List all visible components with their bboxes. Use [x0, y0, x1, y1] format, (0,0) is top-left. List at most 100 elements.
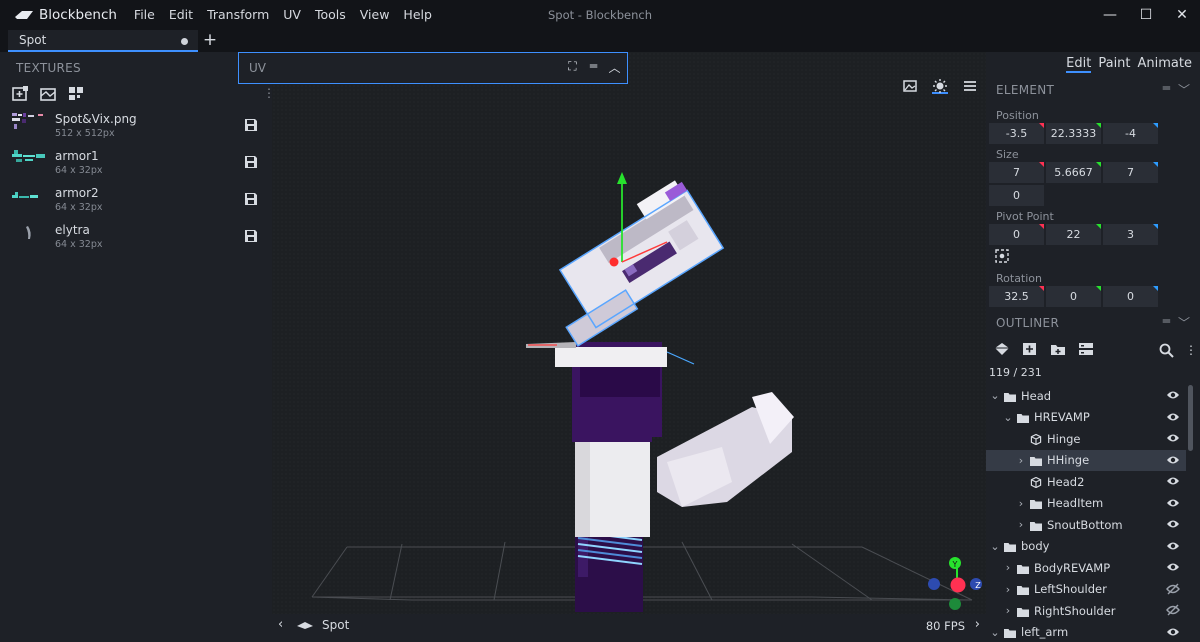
chevron-right-icon[interactable]: › [1002, 604, 1014, 617]
mode-edit[interactable]: Edit [1066, 56, 1092, 73]
folder-icon [1030, 498, 1042, 510]
create-texture-icon[interactable] [40, 86, 57, 101]
search-icon[interactable] [1159, 343, 1174, 358]
fullscreen-icon[interactable]: ⛶ [566, 59, 579, 76]
save-texture-icon[interactable] [244, 118, 258, 132]
add-group-icon[interactable] [1050, 342, 1066, 356]
menu-view[interactable]: View [353, 0, 397, 30]
texture-item[interactable]: Spot&Vix.png 512 x 512px [0, 108, 272, 145]
lighting-icon[interactable] [932, 78, 948, 94]
outliner-item-head2[interactable]: Head2 [986, 471, 1186, 493]
outliner-item-leftshoulder[interactable]: › LeftShoulder [986, 579, 1186, 601]
pivot-z-input[interactable]: 3 [1103, 224, 1158, 245]
screenshot-icon[interactable] [902, 78, 918, 94]
save-texture-icon[interactable] [244, 229, 258, 243]
mode-animate[interactable]: Animate [1138, 56, 1192, 73]
chevron-right-icon[interactable]: › [1015, 518, 1027, 531]
chevron-right-icon[interactable]: › [1015, 497, 1027, 510]
chevron-right-icon[interactable]: › [975, 617, 980, 632]
scene-render[interactable]: Y Z [272, 52, 986, 614]
outliner-item-left-arm[interactable]: ⌄ left_arm [986, 622, 1186, 642]
new-tab-button[interactable]: + [201, 30, 219, 50]
outliner-item-bodyrevamp[interactable]: › BodyREVAMP [986, 557, 1186, 579]
chevron-down-icon[interactable]: ﹀ [1178, 314, 1190, 331]
outliner-scrollbar[interactable] [1188, 385, 1193, 451]
menu-help[interactable]: Help [396, 0, 439, 30]
position-x-input[interactable]: -3.5 [989, 123, 1044, 144]
add-mesh-icon[interactable] [994, 342, 1010, 356]
eye-icon[interactable] [1166, 518, 1180, 530]
pivot-x-input[interactable]: 0 [989, 224, 1044, 245]
size-x-input[interactable]: 7 [989, 162, 1044, 183]
3d-viewport[interactable]: Y Z [272, 52, 986, 614]
eye-icon[interactable] [1166, 561, 1180, 573]
inflate-input[interactable]: 0 [989, 185, 1044, 206]
eye-icon[interactable] [1166, 432, 1180, 444]
maximize-button[interactable]: ☐ [1128, 0, 1164, 30]
toggle-options-icon[interactable] [1078, 342, 1094, 356]
chevron-down-icon[interactable]: ⌄ [1002, 411, 1014, 424]
outliner-item-hinge[interactable]: Hinge [986, 428, 1186, 450]
eye-icon[interactable] [1166, 389, 1180, 401]
save-texture-icon[interactable] [244, 192, 258, 206]
panel-menu-icon[interactable]: ═ [1163, 81, 1170, 98]
close-button[interactable]: ✕ [1164, 0, 1200, 30]
pivot-y-input[interactable]: 22 [1046, 224, 1101, 245]
outliner-item-head[interactable]: ⌄ Head [986, 385, 1186, 407]
position-z-input[interactable]: -4 [1103, 123, 1158, 144]
menu-uv[interactable]: UV [276, 0, 308, 30]
panel-menu-icon[interactable]: ═ [1163, 314, 1170, 331]
texture-item[interactable]: elytra 64 x 32px [0, 219, 272, 256]
menu-edit[interactable]: Edit [162, 0, 200, 30]
rotation-z-input[interactable]: 0 [1103, 286, 1158, 307]
eye-icon[interactable] [1166, 454, 1180, 466]
tab-spot[interactable]: Spot [8, 30, 198, 52]
outliner-item-rightshoulder[interactable]: › RightShoulder [986, 600, 1186, 622]
uv-panel[interactable]: UV ⛶ ═ ︿ [238, 52, 628, 84]
chevron-right-icon[interactable]: › [1002, 583, 1014, 596]
position-y-input[interactable]: 22.3333 [1046, 123, 1101, 144]
eye-off-icon[interactable] [1166, 604, 1180, 616]
chevron-down-icon[interactable]: ⌄ [989, 540, 1001, 553]
collapse-icon[interactable]: ︿ [608, 59, 621, 76]
chevron-down-icon[interactable]: ⌄ [989, 389, 1001, 402]
chevron-down-icon[interactable]: ⌄ [989, 626, 1001, 639]
chevron-right-icon[interactable]: › [1015, 454, 1027, 467]
scene-selector[interactable]: Spot [296, 618, 349, 632]
size-y-input[interactable]: 5.6667 [1046, 162, 1101, 183]
center-pivot-icon[interactable] [995, 249, 1009, 263]
chevron-down-icon[interactable]: ﹀ [1178, 81, 1190, 98]
eye-icon[interactable] [1166, 475, 1180, 487]
outliner-item-body[interactable]: ⌄ body [986, 536, 1186, 558]
outliner-menu-icon[interactable]: ⋮ [1185, 343, 1197, 357]
eye-icon[interactable] [1166, 497, 1180, 509]
texture-atlas-icon[interactable] [68, 86, 85, 101]
eye-icon[interactable] [1166, 626, 1180, 638]
mode-paint[interactable]: Paint [1098, 56, 1130, 73]
minimize-button[interactable]: — [1092, 0, 1128, 30]
texture-item[interactable]: armor1 64 x 32px [0, 145, 272, 182]
unsaved-dot-icon[interactable] [181, 38, 188, 45]
viewport-menu-icon[interactable] [962, 78, 978, 94]
outliner-item-headitem[interactable]: › HeadItem [986, 493, 1186, 515]
menu-file[interactable]: File [127, 0, 162, 30]
size-z-input[interactable]: 7 [1103, 162, 1158, 183]
eye-icon[interactable] [1166, 540, 1180, 552]
eye-icon[interactable] [1166, 411, 1180, 423]
add-cube-icon[interactable] [1022, 342, 1038, 356]
outliner-item-hhinge[interactable]: › HHinge [986, 449, 1186, 471]
import-texture-icon[interactable] [12, 86, 29, 101]
axis-orientation-gizmo[interactable]: Y Z [928, 557, 982, 610]
menu-transform[interactable]: Transform [200, 0, 276, 30]
chevron-right-icon[interactable]: › [1002, 561, 1014, 574]
eye-off-icon[interactable] [1166, 583, 1180, 595]
outliner-item-snoutbottom[interactable]: › SnoutBottom [986, 514, 1186, 536]
save-texture-icon[interactable] [244, 155, 258, 169]
texture-item[interactable]: armor2 64 x 32px [0, 182, 272, 219]
uv-menu-icon[interactable]: ═ [587, 59, 600, 76]
rotation-x-input[interactable]: 32.5 [989, 286, 1044, 307]
rotation-y-input[interactable]: 0 [1046, 286, 1101, 307]
outliner-item-hrevamp[interactable]: ⌄ HREVAMP [986, 407, 1186, 429]
chevron-left-icon[interactable]: ‹ [278, 617, 283, 632]
menu-tools[interactable]: Tools [308, 0, 353, 30]
